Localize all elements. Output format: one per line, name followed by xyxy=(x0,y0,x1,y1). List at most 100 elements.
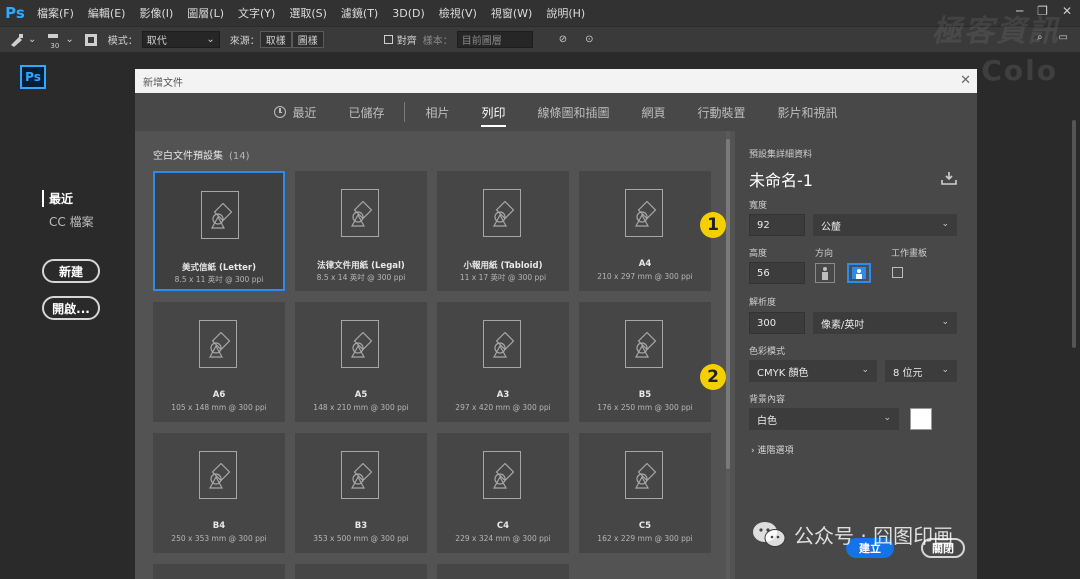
clone-source-icon[interactable] xyxy=(80,31,102,49)
resolution-input[interactable]: 300 xyxy=(749,312,805,334)
chevron-right-icon: › xyxy=(751,446,755,456)
tab-film-video[interactable]: 影片和視訊 xyxy=(762,93,854,131)
background-select[interactable]: 白色 ⌄ xyxy=(749,408,899,430)
menu-window[interactable]: 視窗(W) xyxy=(484,5,539,21)
presets-panel: 空白文件預設集 (14) 美式信紙 (Letter) 8.5 x 11 英吋 @ 3… xyxy=(135,131,730,579)
mode-select[interactable]: 取代 ⌄ xyxy=(141,31,220,48)
preset-card[interactable]: A3 297 x 420 mm @ 300 ppi xyxy=(437,302,569,422)
preset-size: 210 x 297 mm @ 300 ppi xyxy=(597,272,693,281)
watermark-top: 極客資訊 xyxy=(932,14,1060,49)
preset-name: C4 xyxy=(496,521,510,531)
source-label: 來源： xyxy=(229,36,260,47)
save-preset-icon[interactable] xyxy=(941,171,957,188)
dialog-title: 新增文件 xyxy=(143,77,183,89)
ps-logo: Ps xyxy=(5,4,25,22)
menu-type[interactable]: 文字(Y) xyxy=(231,5,282,21)
bit-depth-select[interactable]: 8 位元 ⌄ xyxy=(885,360,957,382)
preset-card[interactable]: 美式信紙 (Letter) 8.5 x 11 英吋 @ 300 ppi xyxy=(153,171,285,291)
nav-cc-files[interactable]: CC 檔案 xyxy=(42,213,94,230)
resolution-unit-select[interactable]: 像素/英吋 ⌄ xyxy=(813,312,957,334)
wechat-icon xyxy=(752,521,786,549)
pressure-icon[interactable]: ⊙ xyxy=(585,34,593,45)
ignore-adjustment-icon[interactable]: ⊘ xyxy=(559,34,567,45)
preset-card[interactable]: B5 176 x 250 mm @ 300 ppi xyxy=(579,302,711,422)
landscape-orientation-icon[interactable] xyxy=(847,263,871,283)
presets-title-text: 空白文件預設集 xyxy=(153,151,223,162)
document-preset-icon xyxy=(483,451,521,499)
tab-separator xyxy=(404,102,406,122)
preset-card[interactable]: A4 210 x 297 mm @ 300 ppi xyxy=(579,171,711,291)
dialog-close-icon[interactable]: ✕ xyxy=(960,73,971,88)
chevron-down-icon[interactable]: ⌄ xyxy=(28,34,36,45)
presets-title: 空白文件預設集 (14) xyxy=(153,147,250,162)
menu-bar: Ps 檔案(F) 編輯(E) 影像(I) 圖層(L) 文字(Y) 選取(S) 濾… xyxy=(0,0,1080,26)
tab-recent[interactable]: 最近 xyxy=(258,93,332,131)
sample-select[interactable]: 目前圖層 xyxy=(456,31,533,48)
presets-count: (14) xyxy=(229,151,250,162)
tab-web[interactable]: 網頁 xyxy=(626,93,682,131)
preset-name: A6 xyxy=(212,390,226,400)
width-unit-select[interactable]: 公釐 ⌄ xyxy=(813,214,957,236)
document-name-field[interactable]: 未命名-1 xyxy=(749,167,813,191)
mode-label: 模式： xyxy=(107,36,138,47)
portrait-orientation-icon[interactable] xyxy=(815,263,835,283)
align-label: 對齊 xyxy=(396,36,417,47)
menu-select[interactable]: 選取(S) xyxy=(282,5,334,21)
preset-card[interactable]: B3 353 x 500 mm @ 300 ppi xyxy=(295,433,427,553)
preset-card[interactable]: A5 148 x 210 mm @ 300 ppi xyxy=(295,302,427,422)
background-color-swatch[interactable] xyxy=(910,408,932,430)
stamp-tool-icon[interactable] xyxy=(6,31,28,49)
tab-art-illustration[interactable]: 線條圖和插圖 xyxy=(522,93,626,131)
preset-card[interactable]: C5 162 x 229 mm @ 300 ppi xyxy=(579,433,711,553)
tab-mobile[interactable]: 行動裝置 xyxy=(682,93,762,131)
color-mode-select[interactable]: CMYK 顏色 ⌄ xyxy=(749,360,877,382)
orientation-label: 方向 xyxy=(815,249,834,259)
nav-recent[interactable]: 最近 xyxy=(42,190,94,207)
source-sampled-button[interactable]: 取樣 xyxy=(259,31,292,48)
resolution-unit-value: 像素/英吋 xyxy=(821,319,865,331)
preset-name: B5 xyxy=(638,390,652,400)
document-preset-icon xyxy=(201,191,239,239)
dialog-titlebar: 新增文件 ✕ xyxy=(135,69,977,93)
preset-card-partial[interactable] xyxy=(295,564,427,579)
artboard-checkbox[interactable] xyxy=(892,267,903,278)
preset-name: A3 xyxy=(496,390,510,400)
preset-card[interactable]: 小報用紙 (Tabloid) 11 x 17 英吋 @ 300 ppi xyxy=(437,171,569,291)
menu-help[interactable]: 說明(H) xyxy=(539,5,592,21)
document-preset-icon xyxy=(483,189,521,237)
tab-print[interactable]: 列印 xyxy=(465,93,521,131)
menu-filter[interactable]: 濾鏡(T) xyxy=(334,5,385,21)
menu-image[interactable]: 影像(I) xyxy=(132,5,180,21)
preset-size: 8.5 x 11 英吋 @ 300 ppi xyxy=(174,275,264,284)
app-scrollbar[interactable] xyxy=(1072,120,1076,348)
tab-saved[interactable]: 已儲存 xyxy=(332,93,400,131)
preset-size: 105 x 148 mm @ 300 ppi xyxy=(171,403,267,412)
menu-3d[interactable]: 3D(D) xyxy=(385,7,432,20)
chevron-down-icon[interactable]: ⌄ xyxy=(65,34,73,45)
preset-card-partial[interactable] xyxy=(437,564,569,579)
align-checkbox[interactable] xyxy=(383,35,393,44)
presets-scroll-thumb[interactable] xyxy=(726,139,730,469)
width-unit-value: 公釐 xyxy=(821,221,841,233)
width-input[interactable]: 92 xyxy=(749,214,805,236)
menu-view[interactable]: 檢視(V) xyxy=(432,5,484,21)
preset-size: 162 x 229 mm @ 300 ppi xyxy=(597,534,693,543)
close-button[interactable]: ✕ xyxy=(1062,4,1072,18)
preset-name: 美式信紙 (Letter) xyxy=(182,263,256,273)
source-pattern-button[interactable]: 圖樣 xyxy=(291,31,324,48)
preset-size: 8.5 x 14 英吋 @ 300 ppi xyxy=(316,273,406,282)
advanced-options-toggle[interactable]: › 進階選項 xyxy=(751,443,794,456)
preset-card[interactable]: 法律文件用紙 (Legal) 8.5 x 14 英吋 @ 300 ppi xyxy=(295,171,427,291)
open-button[interactable]: 開啟... xyxy=(42,296,100,320)
menu-edit[interactable]: 編輯(E) xyxy=(81,5,133,21)
color-mode-label: 色彩模式 xyxy=(749,347,786,357)
preset-card[interactable]: C4 229 x 324 mm @ 300 ppi xyxy=(437,433,569,553)
height-input[interactable]: 56 xyxy=(749,262,805,284)
preset-card[interactable]: A6 105 x 148 mm @ 300 ppi xyxy=(153,302,285,422)
menu-layer[interactable]: 圖層(L) xyxy=(180,5,231,21)
preset-card-partial[interactable] xyxy=(153,564,285,579)
preset-card[interactable]: B4 250 x 353 mm @ 300 ppi xyxy=(153,433,285,553)
tab-photo[interactable]: 相片 xyxy=(409,93,465,131)
new-button[interactable]: 新建 xyxy=(42,259,100,283)
menu-file[interactable]: 檔案(F) xyxy=(30,5,81,21)
